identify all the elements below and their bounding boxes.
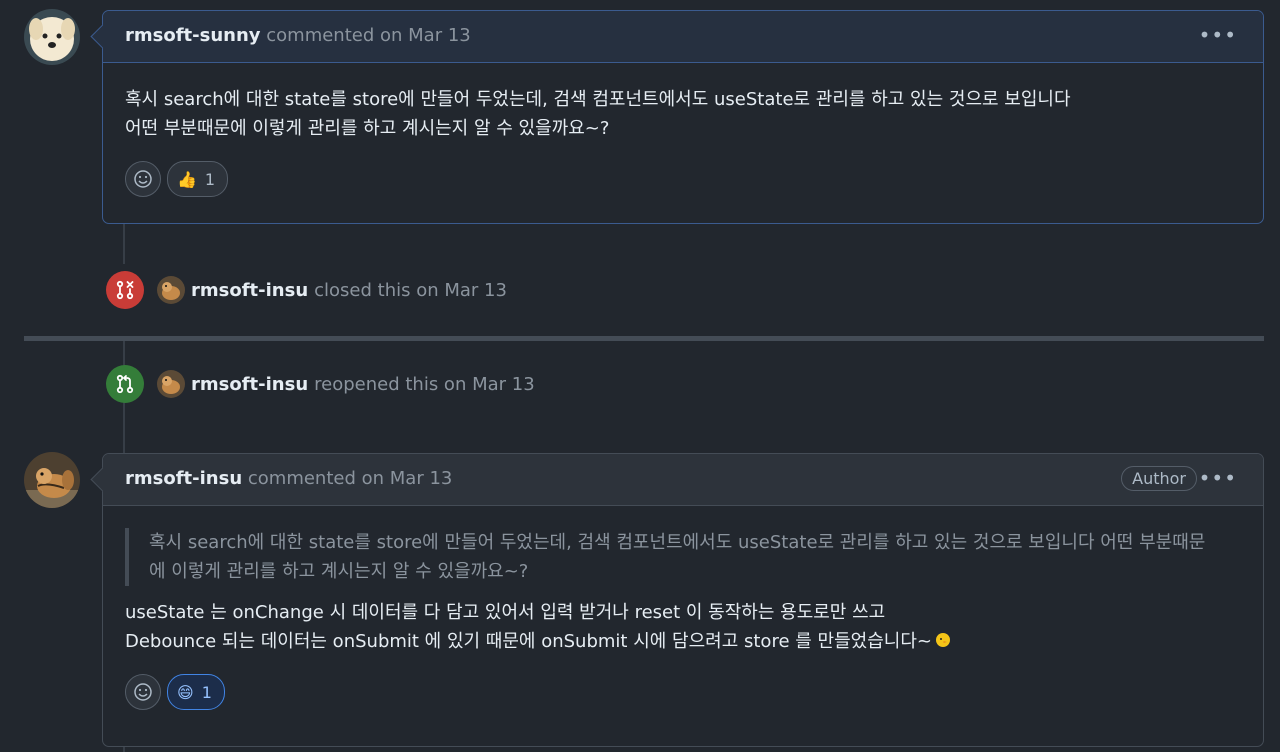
reaction-thumbs-up[interactable]: 👍 1 [167,161,229,197]
timeline-line-top [123,224,125,264]
comment-card-sunny: rmsoft-sunny commented on Mar 13 ••• 혹시 … [90,10,1264,224]
event-actor[interactable]: rmsoft-insu [191,280,308,301]
event-actor[interactable]: rmsoft-insu [191,374,308,395]
kebab-horizontal-icon[interactable]: ••• [1199,23,1237,47]
comment-body-line: useState 는 onChange 시 데이터를 다 담고 있어서 입력 받… [125,602,886,623]
git-pull-request-closed-icon [106,271,144,309]
comment-body: 혹시 search에 대한 state를 store에 만들어 두었는데, 검색… [103,63,1263,143]
smiley-icon[interactable] [125,674,161,710]
comment-meta[interactable]: commented on Mar 13 [266,25,470,46]
quoted-reply: 혹시 search에 대한 state를 store에 만들어 두었는데, 검색… [125,528,1241,586]
avatar-rmsoft-sunny[interactable] [24,9,80,65]
comment-header: rmsoft-insu commented on Mar 13 Author •… [103,454,1263,506]
comment-body-line: 어떤 부분때문에 이렇게 관리를 하고 계시는지 알 수 있을까요~? [125,118,610,139]
comment-author[interactable]: rmsoft-insu [125,468,242,489]
comment-author[interactable]: rmsoft-sunny [125,25,261,46]
comment-meta[interactable]: commented on Mar 13 [248,468,452,489]
avatar-rmsoft-insu[interactable] [24,452,80,508]
comment-header-text: rmsoft-sunny commented on Mar 13 [125,25,471,46]
comment-card-insu: rmsoft-insu commented on Mar 13 Author •… [90,453,1264,747]
hatching-chick-icon [932,631,952,652]
quote-line: 에 이렇게 관리를 하고 계시는지 알 수 있을까요~? [149,561,529,582]
reactions-bar: 👍 1 [103,143,1263,217]
event-action: closed this on Mar 13 [314,279,507,301]
comment-header-text: rmsoft-insu commented on Mar 13 [125,468,452,489]
thumbs-up-icon: 👍 [177,169,197,189]
reaction-smile[interactable]: 😄 1 [167,674,225,710]
timeline-line-bottom [123,396,125,456]
avatar-rmsoft-insu[interactable] [157,370,185,398]
git-pull-request-icon [106,365,144,403]
reactions-bar: 😄 1 [103,656,1263,730]
timeline-event-closed: rmsoft-insu closed this on Mar 13 [106,271,507,309]
author-badge: Author [1121,466,1197,491]
comment-header: rmsoft-sunny commented on Mar 13 ••• [103,11,1263,63]
quote-line: 혹시 search에 대한 state를 store에 만들어 두었는데, 검색… [149,532,1206,553]
smiley-icon[interactable] [125,161,161,197]
reaction-count: 1 [204,169,216,189]
section-divider [24,336,1264,341]
comment-body: 혹시 search에 대한 state를 store에 만들어 두었는데, 검색… [103,506,1263,656]
smile-icon: 😄 [177,682,194,702]
kebab-horizontal-icon[interactable]: ••• [1199,466,1237,490]
comment-body-line: Debounce 되는 데이터는 onSubmit 에 있기 때문에 onSub… [125,631,932,652]
avatar-rmsoft-insu[interactable] [157,276,185,304]
timeline-event-reopened: rmsoft-insu reopened this on Mar 13 [106,365,535,403]
event-action: reopened this on Mar 13 [314,373,535,395]
comment-body-line: 혹시 search에 대한 state를 store에 만들어 두었는데, 검색… [125,89,1071,110]
reaction-count: 1 [201,682,212,702]
